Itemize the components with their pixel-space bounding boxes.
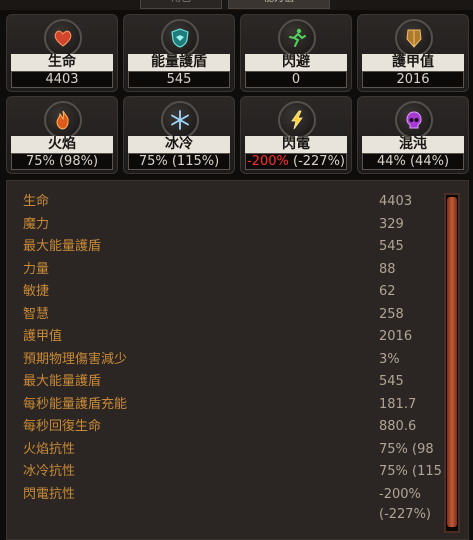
stat-card-value: -200% (-227%) bbox=[245, 153, 347, 170]
stat-card-label: 能量護盾 bbox=[128, 54, 230, 71]
list-item: 力量 88 bbox=[23, 261, 396, 277]
stat-card-evasion: 閃避 0 bbox=[240, 14, 352, 92]
lightning-icon bbox=[278, 101, 316, 139]
list-item: 敏捷 62 bbox=[23, 284, 396, 299]
list-item: 最大能量護盾 545 bbox=[23, 239, 404, 254]
heart-icon bbox=[44, 19, 82, 57]
list-item: 智慧 258 bbox=[23, 306, 404, 322]
stat-card-value: 75% (115%) bbox=[128, 153, 230, 170]
stat-card-lightning: 閃電 -200% (-227%) bbox=[240, 96, 352, 174]
list-item: 最大能量護盾 545 bbox=[23, 374, 404, 389]
tab-character[interactable]: 角色 bbox=[140, 0, 222, 9]
stat-card-fire: 火焰 75% (98%) bbox=[6, 96, 118, 174]
stat-card-label: 生命 bbox=[11, 54, 113, 71]
fire-icon bbox=[44, 101, 82, 139]
armour-icon bbox=[395, 19, 433, 57]
stat-card-cold: 冰冷 75% (115%) bbox=[123, 96, 235, 174]
scrollbar[interactable] bbox=[444, 193, 460, 533]
list-item: 每秒回復生命 880.6 bbox=[23, 419, 417, 434]
stat-card-life: 生命 4403 bbox=[6, 14, 118, 92]
value-rest: (-227%) bbox=[288, 154, 345, 169]
stats-list-panel: 生命 4403 魔力 329 最大能量護盾 545 力量 88 敏捷 62 智慧 258 護… bbox=[6, 180, 469, 540]
negative-value: -200% bbox=[247, 154, 289, 169]
stat-card-armour: 護甲值 2016 bbox=[357, 14, 469, 92]
stat-card-label: 閃避 bbox=[245, 54, 347, 71]
list-item: 冰冷抗性 75% (115 bbox=[23, 464, 442, 479]
list-item: 護甲值 2016 bbox=[23, 329, 413, 344]
stat-card-value: 545 bbox=[128, 71, 230, 88]
stat-card-label: 護甲值 bbox=[362, 54, 464, 71]
list-item: 魔力 329 bbox=[23, 216, 404, 232]
stat-card-energy-shield: 能量護盾 545 bbox=[123, 14, 235, 92]
tab-stats[interactable]: 能力值 bbox=[228, 0, 330, 9]
stat-card-value: 2016 bbox=[362, 71, 464, 88]
stat-card-value: 75% (98%) bbox=[11, 153, 113, 170]
list-item: 每秒能量護盾充能 181.7 bbox=[23, 396, 417, 412]
stat-card-chaos: 混沌 44% (44%) bbox=[357, 96, 469, 174]
stat-card-value: 44% (44%) bbox=[362, 153, 464, 170]
evasion-icon bbox=[278, 19, 316, 57]
chaos-icon bbox=[395, 101, 433, 139]
stat-card-value: 4403 bbox=[11, 71, 113, 88]
list-item: 火焰抗性 75% (98 bbox=[23, 441, 434, 457]
tab-bar: 角色 能力值 bbox=[0, 0, 473, 10]
list-item: 預期物理傷害減少 3% bbox=[23, 351, 400, 367]
stat-card-value: 0 bbox=[245, 71, 347, 88]
list-item: 閃電抗性 -200% (-227%) bbox=[23, 486, 431, 522]
cold-icon bbox=[161, 101, 199, 139]
stat-card-label: 閃電 bbox=[245, 136, 347, 153]
energy-shield-icon bbox=[161, 19, 199, 57]
stat-card-label: 混沌 bbox=[362, 136, 464, 153]
list-item: 生命 4403 bbox=[23, 194, 413, 209]
scrollbar-thumb[interactable] bbox=[447, 197, 457, 527]
stat-card-label: 火焰 bbox=[11, 136, 113, 153]
stat-card-label: 冰冷 bbox=[128, 136, 230, 153]
